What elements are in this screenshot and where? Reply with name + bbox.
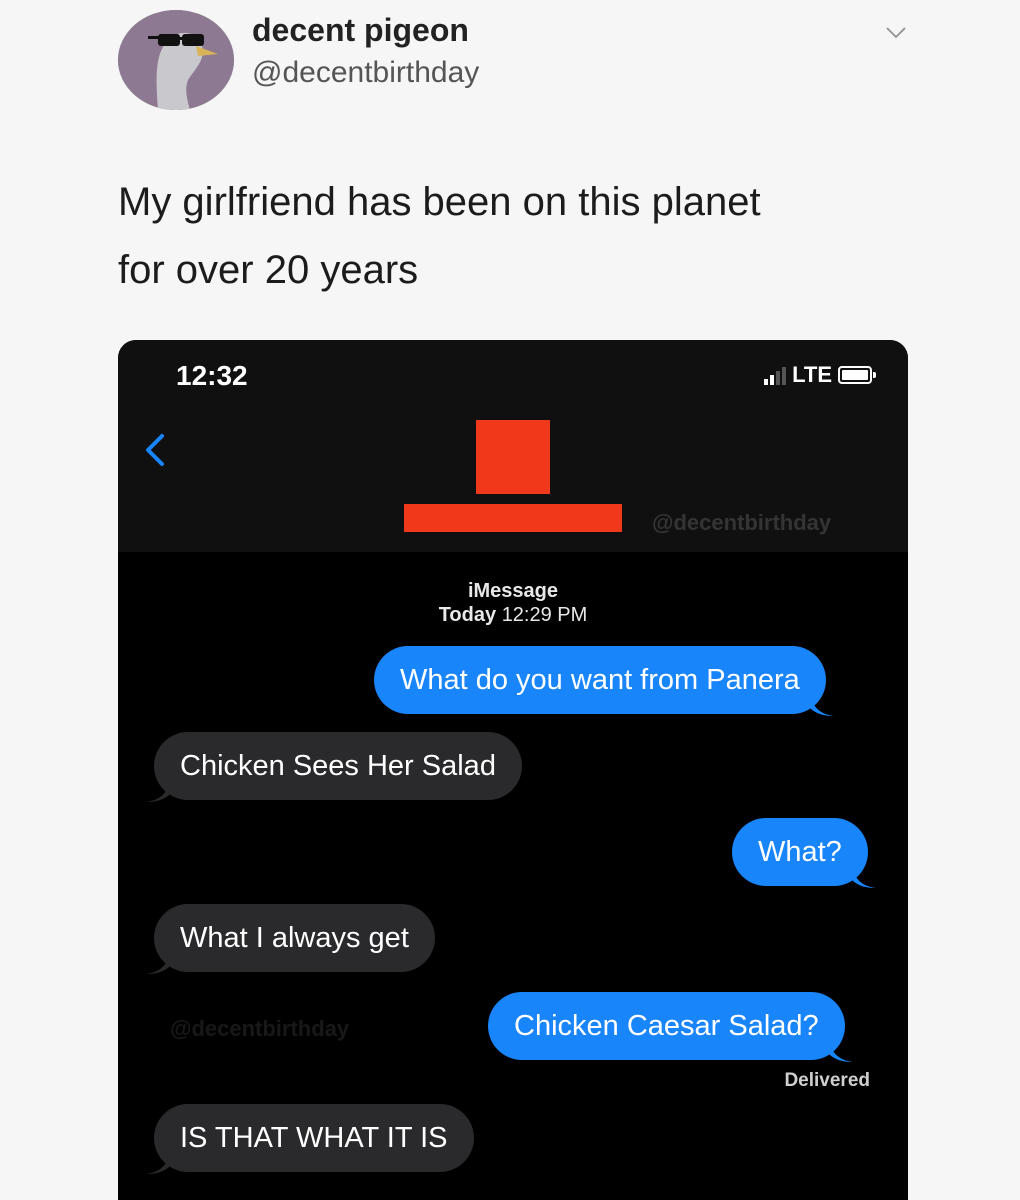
sent-message-bubble[interactable]: What do you want from Panera (374, 646, 834, 716)
message-text: What? (758, 836, 842, 868)
message-text: What I always get (180, 922, 409, 954)
redacted-contact-photo (476, 420, 550, 494)
avatar[interactable] (118, 10, 234, 110)
author-name[interactable]: decent pigeon (252, 12, 469, 49)
received-message-bubble[interactable]: IS THAT WHAT IT IS (146, 1104, 474, 1174)
received-message-bubble[interactable]: What I always get (146, 904, 435, 974)
tweet-text-line: for over 20 years (118, 248, 419, 292)
timestamp-time: 12:29 PM (501, 604, 588, 626)
author-handle[interactable]: @decentbirthday (252, 56, 479, 90)
service-label: iMessage (467, 580, 559, 602)
delivered-status: Delivered (784, 1070, 870, 1091)
message-timestamp: Today 12:29 PM (118, 604, 908, 627)
watermark: @decentbirthday (652, 510, 832, 535)
redacted-contact-name (404, 504, 622, 532)
battery-icon (838, 366, 876, 384)
tweet-card: decent pigeon @decentbirthday My girlfri… (0, 0, 1020, 1200)
tweet-text-line: My girlfriend has been on this planet (118, 180, 761, 224)
message-text: Chicken Caesar Salad? (514, 1010, 819, 1042)
timestamp-day: Today (438, 604, 497, 626)
back-chevron-icon[interactable] (140, 430, 170, 470)
message-text: IS THAT WHAT IT IS (180, 1122, 448, 1154)
sent-message-bubble[interactable]: What? (732, 818, 876, 888)
status-time: 12:32 (176, 360, 248, 391)
chevron-down-icon[interactable] (884, 22, 908, 42)
pigeon-avatar-icon (118, 10, 234, 110)
message-screenshot: 12:32 LTE @decentbirthday iMessage Today… (118, 340, 908, 1200)
network-label: LTE (792, 362, 832, 387)
watermark: @decentbirthday (170, 1016, 350, 1041)
received-message-bubble[interactable]: Chicken Sees Her Salad (146, 732, 522, 802)
message-text: What do you want from Panera (400, 664, 800, 696)
tweet-text: My girlfriend has been on this planet fo… (118, 168, 918, 304)
signal-icon (764, 365, 787, 385)
message-text: Chicken Sees Her Salad (180, 750, 496, 782)
status-indicators: LTE (764, 362, 876, 388)
sent-message-bubble[interactable]: Chicken Caesar Salad? (488, 992, 853, 1062)
